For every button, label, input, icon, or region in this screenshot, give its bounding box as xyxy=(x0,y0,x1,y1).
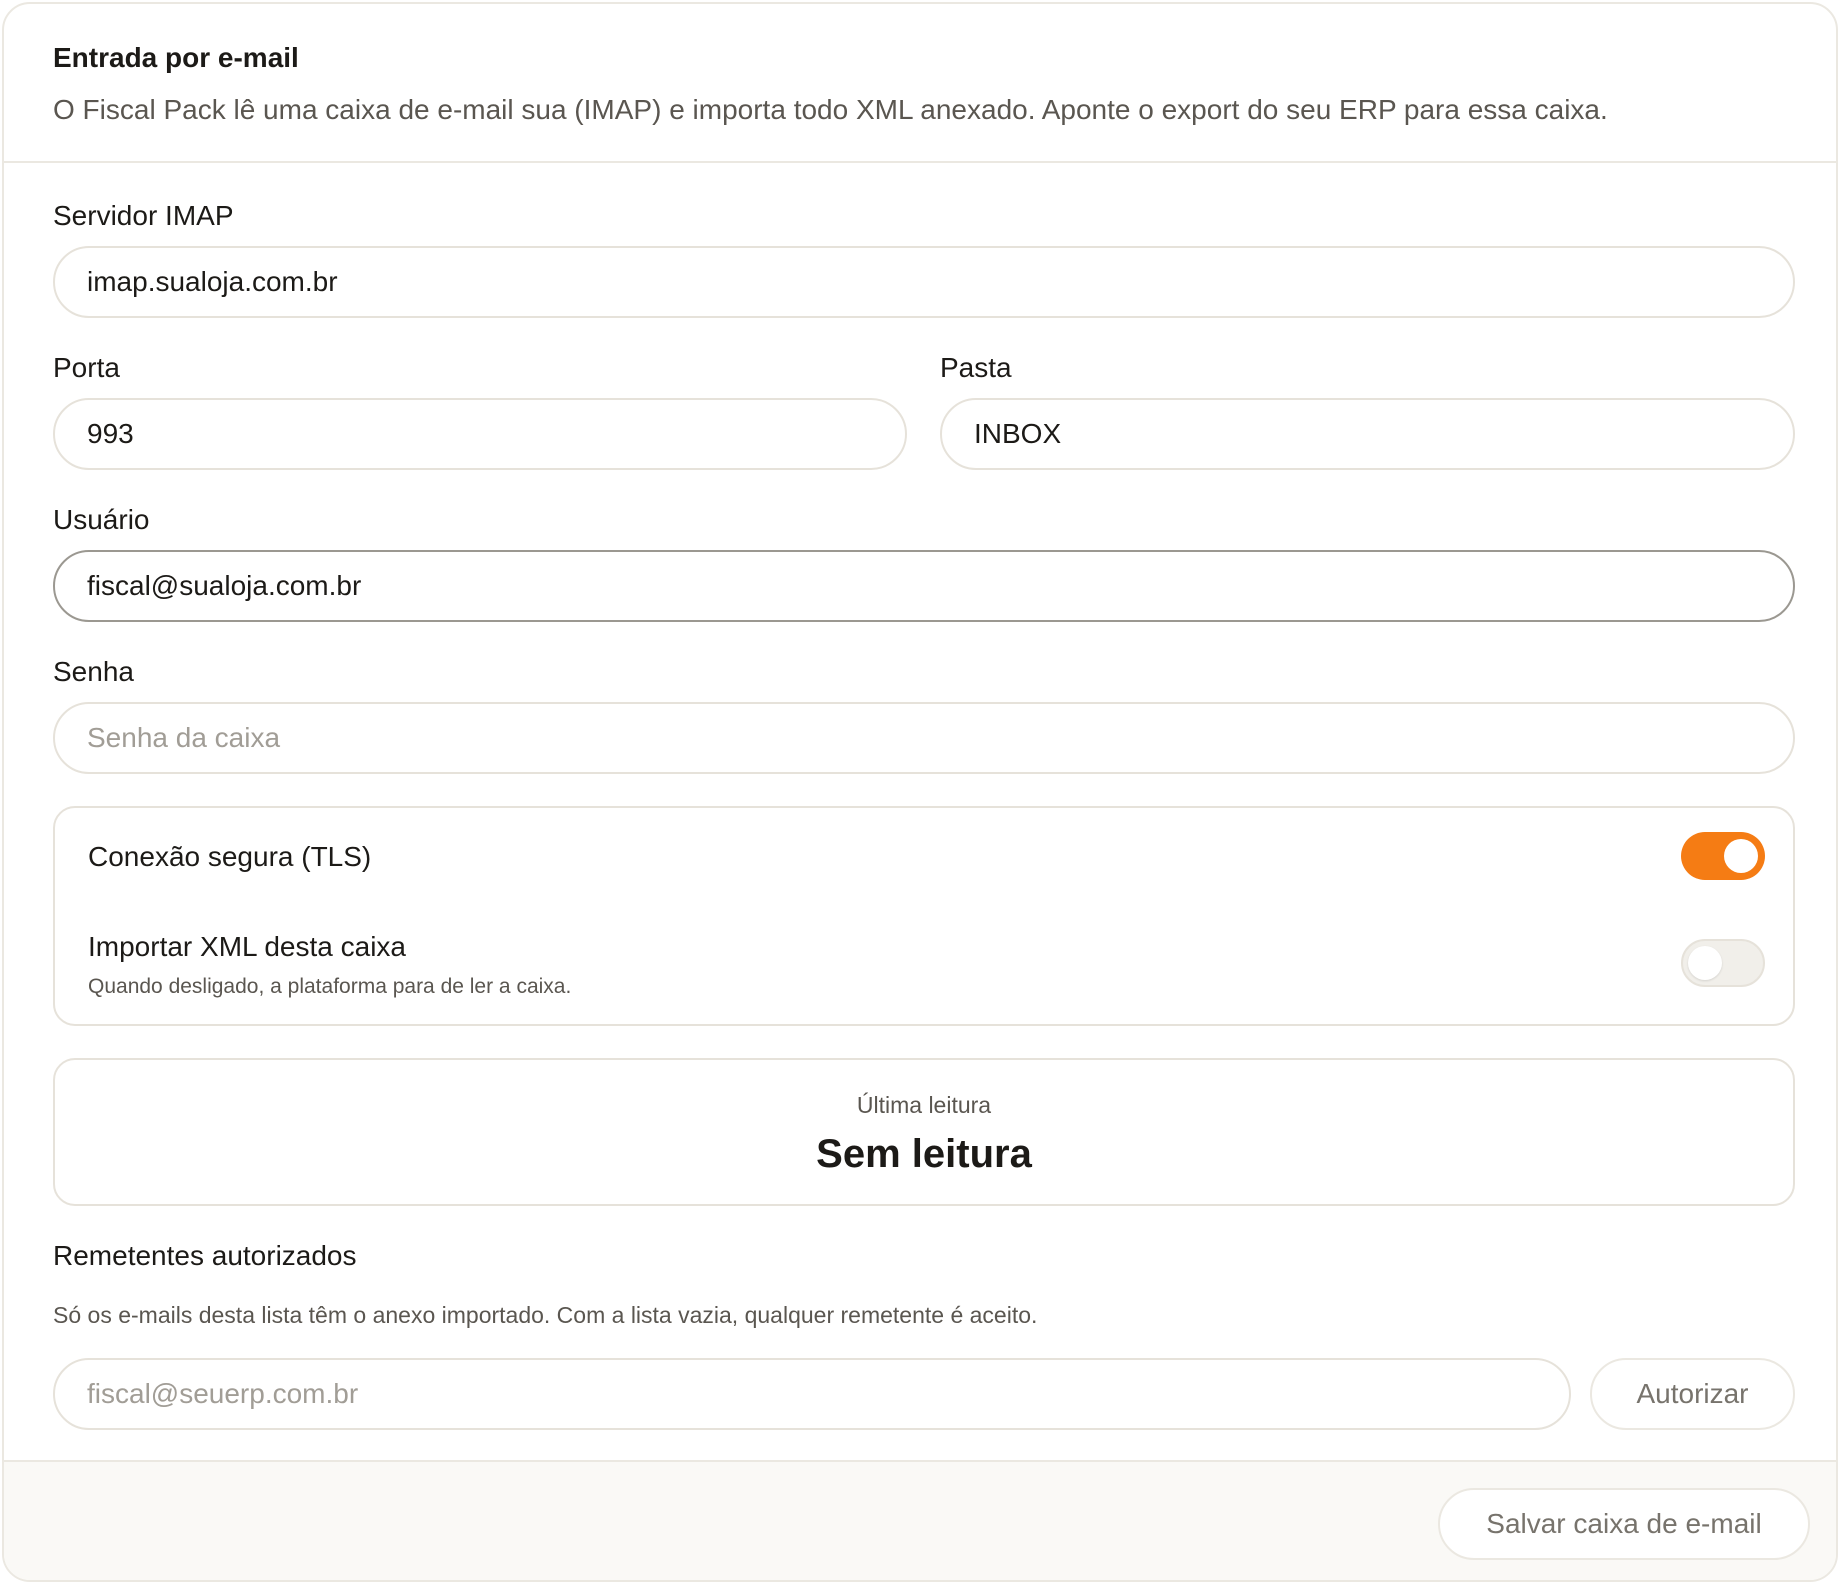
folder-input-value: INBOX xyxy=(974,418,1062,449)
card-title: Entrada por e-mail xyxy=(53,42,299,73)
user-input[interactable]: fiscal@sualoja.com.br xyxy=(53,550,1795,622)
port-label: Porta xyxy=(53,352,120,383)
import-toggle-label: Importar XML desta caixa xyxy=(88,931,406,962)
sender-email-input[interactable]: fiscal@seuerp.com.br xyxy=(53,1358,1571,1430)
server-input[interactable]: imap.sualoja.com.br xyxy=(53,246,1795,318)
sender-email-placeholder: fiscal@seuerp.com.br xyxy=(87,1378,359,1409)
card-header: Entrada por e-mail O Fiscal Pack lê uma … xyxy=(4,4,1836,163)
senders-description: Só os e-mails desta lista têm o anexo im… xyxy=(53,1302,1038,1328)
password-label: Senha xyxy=(53,656,134,687)
server-label: Servidor IMAP xyxy=(53,200,234,231)
tls-toggle-knob xyxy=(1724,839,1758,873)
connection-options: Conexão segura (TLS) Importar XML desta … xyxy=(53,806,1795,1026)
last-read-panel: Última leitura Sem leitura xyxy=(53,1058,1795,1206)
email-inbox-card: Entrada por e-mail O Fiscal Pack lê uma … xyxy=(2,2,1838,1582)
port-input-value: 993 xyxy=(87,418,134,449)
senders-title: Remetentes autorizados xyxy=(53,1240,357,1271)
card-footer: Salvar caixa de e-mail xyxy=(4,1460,1836,1580)
last-read-value: Sem leitura xyxy=(816,1132,1032,1176)
port-input[interactable]: 993 xyxy=(53,398,907,470)
save-inbox-button[interactable]: Salvar caixa de e-mail xyxy=(1438,1488,1810,1560)
tls-toggle[interactable] xyxy=(1681,832,1765,880)
server-input-value: imap.sualoja.com.br xyxy=(87,266,338,297)
last-read-label: Última leitura xyxy=(856,1092,992,1118)
user-input-value: fiscal@sualoja.com.br xyxy=(87,570,362,601)
password-placeholder: Senha da caixa xyxy=(87,722,281,753)
folder-label: Pasta xyxy=(940,352,1012,383)
import-toggle[interactable] xyxy=(1681,939,1765,987)
folder-input[interactable]: INBOX xyxy=(940,398,1795,470)
tls-toggle-label: Conexão segura (TLS) xyxy=(88,841,372,872)
user-label: Usuário xyxy=(53,504,150,535)
password-input[interactable]: Senha da caixa xyxy=(53,702,1795,774)
card-description: O Fiscal Pack lê uma caixa de e-mail sua… xyxy=(53,94,1608,125)
import-toggle-knob xyxy=(1688,946,1722,980)
import-toggle-description: Quando desligado, a plataforma para de l… xyxy=(88,975,572,998)
authorize-button[interactable]: Autorizar xyxy=(1590,1358,1795,1430)
